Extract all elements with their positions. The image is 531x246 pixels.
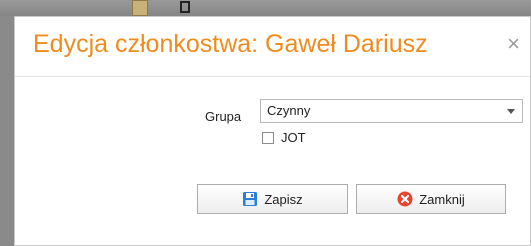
save-button[interactable]: Zapisz <box>197 184 348 214</box>
save-button-label: Zapisz <box>264 191 303 207</box>
dialog-title: Edycja członkostwa: Gaweł Dariusz <box>33 30 428 58</box>
group-label: Grupa <box>205 109 242 124</box>
jot-checkbox[interactable] <box>262 132 274 144</box>
background-icon <box>132 0 148 16</box>
close-icon[interactable]: × <box>507 32 520 56</box>
background-icon <box>180 1 190 13</box>
red-x-icon <box>397 191 413 207</box>
close-button[interactable]: Zamknij <box>356 184 506 214</box>
group-select-value: Czynny <box>267 103 311 118</box>
group-select[interactable]: Czynny <box>260 99 523 123</box>
jot-label: JOT <box>281 130 306 145</box>
background-window-strip <box>0 0 531 16</box>
floppy-disk-icon <box>242 191 258 207</box>
close-button-label: Zamknij <box>419 191 465 207</box>
dialog-header: Edycja członkostwa: Gaweł Dariusz × <box>15 17 530 77</box>
chevron-down-icon <box>507 109 515 114</box>
membership-edit-dialog: Edycja członkostwa: Gaweł Dariusz × Grup… <box>14 16 531 246</box>
